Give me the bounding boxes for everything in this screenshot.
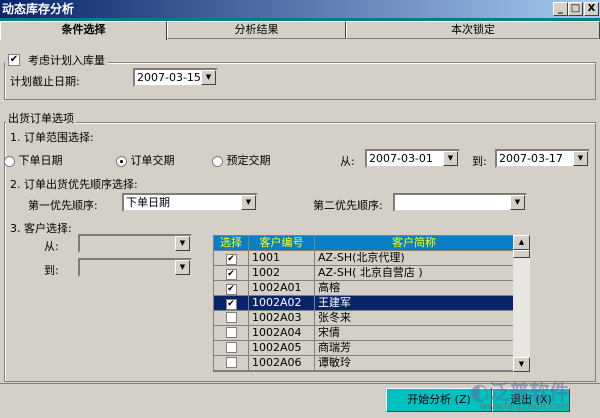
customer-from-label: 从: <box>44 240 59 253</box>
priority-label: 2. 订单出货优先顺序选择: <box>10 178 138 191</box>
from-date-value: 2007-03-01 <box>369 152 433 165</box>
window-title: 动态库存分析 <box>2 2 75 16</box>
row-select-cell[interactable]: ✔ <box>214 281 249 295</box>
first-priority-label: 第一优先顺序: <box>28 199 98 212</box>
customer-code: 1002A02 <box>249 296 315 310</box>
customer-name: AZ-SH(北京代理) <box>315 251 514 265</box>
row-checkbox[interactable]: ✔ <box>225 254 237 265</box>
to-date-combo[interactable]: 2007-03-17 ▼ <box>495 149 590 168</box>
second-priority-label: 第二优先顺序: <box>313 199 383 212</box>
radio-icon <box>212 155 223 167</box>
customer-name: AZ-SH( 北京自营店 ) <box>315 266 514 280</box>
tab-results[interactable]: 分析结果 <box>167 21 346 39</box>
from-date-combo[interactable]: 2007-03-01 ▼ <box>365 149 460 168</box>
customer-name: 商瑞芳 <box>315 341 514 355</box>
table-row[interactable]: 1002A03 张冬来 <box>214 311 529 326</box>
row-checkbox[interactable]: ✔ <box>225 299 237 310</box>
customer-name: 王建军 <box>315 296 514 310</box>
chevron-down-icon[interactable]: ▼ <box>510 195 525 210</box>
customer-to-label: 到: <box>44 264 59 277</box>
customer-name: 宋倩 <box>315 326 514 340</box>
scroll-up-icon[interactable]: ▲ <box>513 235 530 250</box>
table-row[interactable]: ✔ 1002 AZ-SH( 北京自营店 ) <box>214 266 529 281</box>
plan-checkbox-label: 考虑计划入库量 <box>28 54 105 67</box>
table-row[interactable]: 1002A06 谭敏玲 <box>214 356 529 371</box>
row-checkbox[interactable] <box>225 357 237 368</box>
customer-code: 1002A06 <box>249 356 315 370</box>
header-select[interactable]: 选择 <box>214 236 249 250</box>
title-bar: 动态库存分析 <box>0 0 600 18</box>
radio-icon <box>116 155 127 167</box>
customer-name: 张冬来 <box>315 311 514 325</box>
watermark-url: www.fanpusoft.com <box>480 402 569 412</box>
chevron-down-icon[interactable]: ▼ <box>443 151 458 166</box>
tab-lock[interactable]: 本次锁定 <box>346 21 600 39</box>
row-checkbox[interactable] <box>225 342 237 353</box>
customer-name: 高榕 <box>315 281 514 295</box>
row-checkbox[interactable]: ✔ <box>225 284 237 295</box>
row-select-cell[interactable] <box>214 311 249 325</box>
to-label: 到: <box>472 155 487 168</box>
plan-date-label: 计划截止日期: <box>10 75 80 88</box>
chevron-down-icon[interactable]: ▼ <box>573 151 588 166</box>
radio-label: 下单日期 <box>18 154 63 167</box>
customer-code: 1002A01 <box>249 281 315 295</box>
row-checkbox[interactable]: ✔ <box>225 269 237 280</box>
chevron-down-icon[interactable]: ▼ <box>175 236 190 251</box>
plan-checkbox[interactable]: ✔ <box>8 54 20 66</box>
minimize-button[interactable]: _ <box>553 2 568 16</box>
customer-code: 1002 <box>249 266 315 280</box>
radio-planned-date[interactable]: 预定交期 <box>212 152 271 168</box>
row-select-cell[interactable]: ✔ <box>214 296 249 310</box>
plan-date-combo[interactable]: 2007-03-15 ▼ <box>133 68 218 87</box>
customer-code: 1002A05 <box>249 341 315 355</box>
header-code[interactable]: 客户编号 <box>249 236 315 250</box>
first-priority-value: 下单日期 <box>126 196 170 209</box>
chevron-down-icon[interactable]: ▼ <box>175 260 190 275</box>
radio-order-date[interactable]: 下单日期 <box>4 152 63 168</box>
watermark-logo: ◐泛普软件 <box>470 380 570 405</box>
customer-label: 3. 客户选择: <box>10 222 72 235</box>
customer-code: 1002A03 <box>249 311 315 325</box>
row-select-cell[interactable] <box>214 326 249 340</box>
row-checkbox[interactable] <box>225 327 237 338</box>
range-label: 1. 订单范围选择: <box>10 131 94 144</box>
table-row[interactable]: ✔ 1001 AZ-SH(北京代理) <box>214 251 529 266</box>
header-name[interactable]: 客户简称 <box>315 236 514 250</box>
scroll-down-icon[interactable]: ▼ <box>513 357 530 372</box>
row-select-cell[interactable]: ✔ <box>214 266 249 280</box>
table-row[interactable]: ✔ 1002A02 王建军 <box>214 296 529 311</box>
customer-grid: 选择 客户编号 客户简称 ✔ 1001 AZ-SH(北京代理) ✔ 1002 AZ-SH(… <box>213 235 530 372</box>
maximize-button[interactable]: □ <box>568 2 583 16</box>
row-checkbox[interactable] <box>225 312 237 323</box>
scroll-thumb[interactable] <box>513 250 530 258</box>
chevron-down-icon[interactable]: ▼ <box>201 70 216 85</box>
grid-header: 选择 客户编号 客户简称 <box>214 236 529 251</box>
plan-date-value: 2007-03-15 <box>137 71 201 84</box>
order-group-label: 出货订单选项 <box>6 110 76 126</box>
row-select-cell[interactable]: ✔ <box>214 251 249 265</box>
customer-from-combo[interactable]: ▼ <box>78 234 192 253</box>
first-priority-combo[interactable]: 下单日期 ▼ <box>122 193 258 212</box>
close-button[interactable]: X <box>584 2 599 16</box>
customer-code: 1002A04 <box>249 326 315 340</box>
row-select-cell[interactable] <box>214 356 249 370</box>
customer-name: 谭敏玲 <box>315 356 514 370</box>
radio-label: 订单交期 <box>130 154 175 167</box>
radio-label: 预定交期 <box>226 154 271 167</box>
to-date-value: 2007-03-17 <box>499 152 563 165</box>
table-row[interactable]: ✔ 1002A01 高榕 <box>214 281 529 296</box>
tab-conditions[interactable]: 条件选择 <box>0 21 167 40</box>
chevron-down-icon[interactable]: ▼ <box>241 195 256 210</box>
radio-delivery-date[interactable]: 订单交期 <box>116 152 175 168</box>
from-label: 从: <box>340 155 355 168</box>
customer-code: 1001 <box>249 251 315 265</box>
grid-scrollbar[interactable]: ▲ ▼ <box>513 235 530 372</box>
table-row[interactable]: 1002A04 宋倩 <box>214 326 529 341</box>
table-row[interactable]: 1002A05 商瑞芳 <box>214 341 529 356</box>
customer-to-combo[interactable]: ▼ <box>78 258 192 277</box>
second-priority-combo[interactable]: ▼ <box>393 193 527 212</box>
row-select-cell[interactable] <box>214 341 249 355</box>
radio-icon <box>4 155 15 167</box>
